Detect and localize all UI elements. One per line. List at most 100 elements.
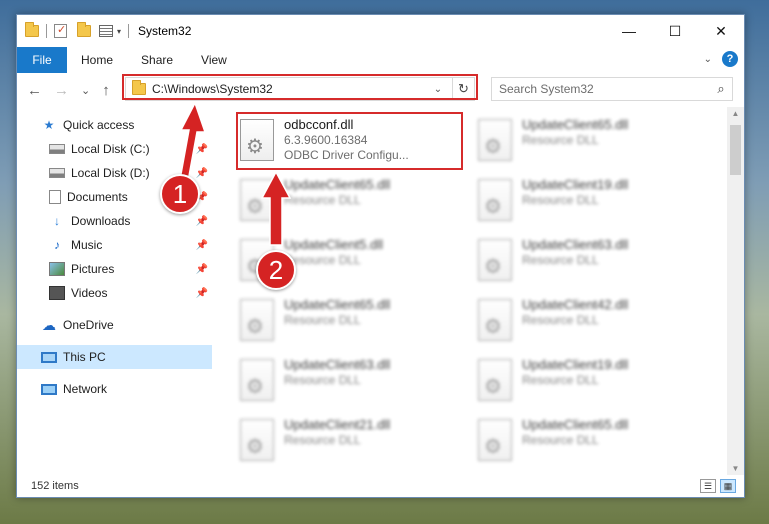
pin-icon[interactable]: 📌	[196, 240, 208, 251]
properties-icon[interactable]	[54, 23, 67, 38]
tab-home[interactable]: Home	[67, 47, 127, 73]
sidebar-item-local-disk-c[interactable]: Local Disk (C:) 📌	[17, 137, 212, 161]
help-icon[interactable]: ?	[722, 51, 738, 67]
scroll-down-icon[interactable]: ▼	[727, 464, 744, 473]
file-tile[interactable]: UpdateClient65.dllResource DLL	[236, 175, 461, 231]
tiles-view-icon[interactable]: ▦	[720, 479, 736, 493]
search-box[interactable]: ⌕	[491, 77, 733, 101]
back-button[interactable]: ←	[27, 82, 42, 99]
tab-share[interactable]: Share	[127, 47, 187, 73]
tab-view[interactable]: View	[187, 47, 241, 73]
sidebar-item-label: This PC	[63, 350, 106, 364]
item-count: 152 items	[31, 480, 79, 492]
expand-ribbon-icon[interactable]: ⌄	[704, 54, 712, 65]
details-view-icon[interactable]: ☰	[700, 479, 716, 493]
sidebar-item-this-pc[interactable]: This PC	[17, 345, 212, 369]
search-input[interactable]	[499, 82, 710, 96]
file-name: UpdateClient19.dll	[522, 177, 629, 192]
ribbon-tabs: File Home Share View ⌄ ?	[17, 47, 744, 73]
sidebar-item-label: Network	[63, 382, 108, 396]
network-icon	[41, 383, 57, 395]
computer-icon	[41, 351, 57, 363]
file-name: UpdateClient5.dll	[284, 237, 384, 252]
file-name: UpdateClient63.dll	[522, 237, 629, 252]
file-name: UpdateClient63.dll	[284, 357, 391, 372]
disk-icon	[49, 144, 65, 154]
file-tile[interactable]: UpdateClient21.dllResource DLL	[236, 415, 461, 471]
dll-file-icon	[240, 179, 274, 221]
download-icon: ↓	[54, 214, 60, 228]
file-name: UpdateClient65.dll	[522, 417, 629, 432]
recent-locations-button[interactable]: ⌄	[81, 84, 90, 97]
file-type: Resource DLL	[284, 253, 361, 267]
sidebar-item-label: OneDrive	[63, 318, 114, 332]
file-type: Resource DLL	[284, 193, 361, 207]
dll-file-icon	[240, 419, 274, 461]
file-tile[interactable]: UpdateClient63.dllResource DLL	[474, 235, 699, 291]
file-type: Resource DLL	[284, 373, 361, 387]
dll-file-icon	[478, 239, 512, 281]
file-tile[interactable]: UpdateClient19.dllResource DLL	[474, 175, 699, 231]
vertical-scrollbar[interactable]: ▲ ▼	[727, 107, 744, 475]
scrollbar-thumb[interactable]	[730, 125, 741, 175]
file-name: UpdateClient42.dll	[522, 297, 629, 312]
folder-icon	[25, 22, 39, 37]
file-tile[interactable]: UpdateClient65.dllResource DLL	[474, 415, 699, 471]
file-tile[interactable]: UpdateClient65.dllResource DLL	[474, 115, 699, 171]
sidebar-item-label: Music	[71, 238, 103, 252]
pin-icon[interactable]: 📌	[196, 216, 208, 227]
tab-file[interactable]: File	[17, 47, 67, 73]
file-name: UpdateClient65.dll	[284, 297, 391, 312]
pin-icon[interactable]: 📌	[196, 288, 208, 299]
sidebar-item-music[interactable]: ♪ Music 📌	[17, 233, 212, 257]
file-tile[interactable]: UpdateClient63.dllResource DLL	[236, 355, 461, 411]
minimize-button[interactable]: —	[606, 15, 652, 47]
separator	[46, 24, 47, 38]
sidebar-item-quick-access[interactable]: ★ Quick access	[17, 113, 212, 137]
file-tile[interactable]: UpdateClient19.dllResource DLL	[474, 355, 699, 411]
file-type: Resource DLL	[522, 313, 599, 327]
sidebar-item-pictures[interactable]: Pictures 📌	[17, 257, 212, 281]
maximize-button[interactable]: ☐	[652, 15, 698, 47]
file-tile[interactable]: UpdateClient65.dllResource DLL	[236, 295, 461, 351]
dll-file-icon	[478, 119, 512, 161]
pin-icon[interactable]: 📌	[196, 144, 208, 155]
customize-toolbar-icon[interactable]	[99, 25, 113, 37]
sidebar-item-label: Local Disk (D:)	[71, 166, 150, 180]
file-type: Resource DLL	[522, 133, 599, 147]
video-icon	[49, 286, 65, 300]
cloud-icon: ☁	[42, 316, 56, 333]
up-button[interactable]: ↑	[102, 82, 110, 99]
new-folder-icon[interactable]	[77, 22, 91, 37]
file-type: Resource DLL	[522, 253, 599, 267]
file-tile[interactable]: UpdateClient42.dllResource DLL	[474, 295, 699, 351]
chevron-down-icon[interactable]: ▾	[117, 27, 121, 36]
dll-file-icon	[240, 299, 274, 341]
view-switcher: ☰ ▦	[700, 479, 736, 493]
window-title: System32	[138, 24, 192, 38]
sidebar-item-onedrive[interactable]: ☁ OneDrive	[17, 313, 212, 337]
close-button[interactable]: ✕	[698, 15, 744, 47]
file-type: Resource DLL	[522, 193, 599, 207]
step-1-badge: 1	[160, 174, 200, 214]
step-2-badge: 2	[256, 250, 296, 290]
file-type: Resource DLL	[522, 433, 599, 447]
pin-icon[interactable]: 📌	[196, 264, 208, 275]
sidebar-item-videos[interactable]: Videos 📌	[17, 281, 212, 305]
forward-button[interactable]: →	[54, 82, 69, 99]
sidebar-item-label: Local Disk (C:)	[71, 142, 150, 156]
scroll-up-icon[interactable]: ▲	[727, 109, 744, 118]
address-bar-highlight	[122, 74, 478, 100]
pictures-icon	[49, 262, 65, 276]
dll-file-icon	[478, 179, 512, 221]
disk-icon	[49, 168, 65, 178]
music-icon: ♪	[54, 238, 60, 252]
file-highlight	[236, 112, 463, 170]
window-controls: — ☐ ✕	[606, 15, 744, 47]
dll-file-icon	[478, 299, 512, 341]
pin-icon[interactable]: 📌	[196, 168, 208, 179]
sidebar-item-network[interactable]: Network	[17, 377, 212, 401]
file-name: UpdateClient65.dll	[284, 177, 391, 192]
search-icon[interactable]: ⌕	[710, 81, 732, 97]
quick-access-toolbar: ▾	[25, 22, 132, 38]
